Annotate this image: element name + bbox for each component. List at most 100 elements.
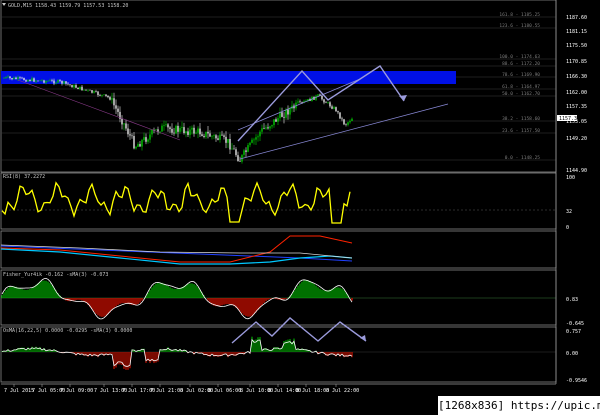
fisher-bar <box>299 283 301 298</box>
fisher-bar <box>293 290 295 298</box>
fisher-bar <box>3 292 5 298</box>
fisher-bar <box>323 290 325 298</box>
fisher-bar <box>229 298 231 305</box>
fisher-bar <box>113 298 115 309</box>
fisher-bar <box>191 283 193 298</box>
fisher-bar <box>111 298 113 311</box>
osma-bar <box>115 352 117 368</box>
fisher-bar <box>49 283 51 298</box>
fisher-bar <box>253 298 255 315</box>
fisher-bar <box>13 286 15 298</box>
fisher-bar <box>351 298 353 301</box>
fisher-bar <box>341 288 343 298</box>
fisher-tick: 0.83 <box>566 297 578 303</box>
fisher-bar <box>1 295 3 298</box>
fisher-bar <box>337 287 339 298</box>
fisher-bar <box>219 298 221 306</box>
price-tick: 1187.60 <box>566 15 587 21</box>
fisher-bar <box>297 285 299 298</box>
osma-bar <box>283 341 285 352</box>
fisher-bar <box>163 283 165 298</box>
fisher-bar <box>223 298 225 305</box>
trading-chart[interactable]: 161.8 - 1185.25 123.6 - 1180.55 100.0 - 11… <box>0 0 600 415</box>
fisher-bar <box>185 284 187 298</box>
rsi-tick: 0 <box>566 225 569 231</box>
fisher-bar <box>217 298 219 307</box>
fisher-bar <box>69 298 71 302</box>
fisher-bar <box>179 288 181 298</box>
fisher-bar <box>265 298 267 302</box>
channel-upper-line[interactable] <box>237 78 361 131</box>
osma-bar <box>153 352 155 364</box>
fisher-bar <box>153 285 155 298</box>
fisher-bar <box>81 298 83 301</box>
rsi-tick: 100 <box>566 175 575 181</box>
price-axis[interactable]: 1187.60 1181.15 1175.50 1170.85 1166.30 … <box>555 0 587 384</box>
fisher-bar <box>119 298 121 304</box>
fisher-bar <box>103 298 105 317</box>
fisher-bar <box>79 298 81 300</box>
fisher-bar <box>307 280 309 298</box>
main-price-panel[interactable]: 161.8 - 1185.25 123.6 - 1180.55 100.0 - 11… <box>0 0 557 173</box>
osma-panel[interactable]: OsMA(16,22,5) 0.0000 -0.0295 -sMA(3) 0.0… <box>0 317 557 383</box>
fisher-bar <box>31 287 33 298</box>
fisher-bar <box>29 288 31 298</box>
fisher-bar <box>317 287 319 298</box>
fisher-bar <box>257 298 259 311</box>
fisher-bar <box>269 298 271 299</box>
fisher-tick: -0.645 <box>566 321 584 327</box>
osma-signal-line <box>1 338 353 367</box>
fisher-bar <box>187 283 189 298</box>
chart-title: GOLD,M15 1158.43 1159.79 1157.53 1158.20 <box>8 3 128 9</box>
panel3-blue-line <box>0 245 353 262</box>
watermark: [1268x836] https://upic.me/ <box>438 396 600 415</box>
price-tick: 1175.50 <box>566 43 587 49</box>
fisher-panel[interactable]: Fisher_Yur4ik -0.162 -sMA(3) -0.073 <box>0 269 557 326</box>
trend-lines-panel[interactable] <box>0 230 557 269</box>
fisher-bar <box>343 290 345 298</box>
fib-level-label: 0.0 - 1148.25 <box>505 155 541 161</box>
fisher-bar <box>227 298 229 305</box>
fisher-bar <box>47 281 49 298</box>
fisher-bar <box>149 289 151 298</box>
osma-bar <box>149 352 151 364</box>
price-tick: 1170.85 <box>566 59 587 65</box>
fisher-bar <box>221 298 223 306</box>
time-tick: 8 Jul 22:00 <box>326 388 359 394</box>
fisher-bar <box>151 287 153 298</box>
price-tick: 1157.35 <box>566 104 587 110</box>
fisher-bar <box>73 298 75 301</box>
osma-tick: -0.9546 <box>566 378 587 384</box>
channel-lower-line[interactable] <box>239 103 449 160</box>
fisher-bar <box>197 287 199 298</box>
fisher-bar <box>335 287 337 298</box>
osma-tick: 0.00 <box>566 351 578 357</box>
fibonacci-levels: 161.8 - 1185.25 123.6 - 1180.55 100.0 - 11… <box>1 12 556 161</box>
price-tick: 1166.30 <box>566 74 587 80</box>
fisher-bar <box>75 298 77 301</box>
fisher-bar <box>41 280 43 298</box>
fisher-bar <box>135 298 137 305</box>
fisher-bar <box>39 281 41 298</box>
price-tick: 1149.20 <box>566 136 587 142</box>
fisher-bar <box>11 286 13 298</box>
fisher-bar <box>193 284 195 298</box>
fisher-bar <box>231 298 233 305</box>
rsi-tick: 32 <box>566 209 572 215</box>
fisher-bar <box>51 285 53 298</box>
price-tick: 1181.15 <box>566 29 587 35</box>
osma-bar <box>257 337 259 352</box>
chart-menu-icon[interactable] <box>2 3 6 6</box>
fisher-bar <box>17 287 19 298</box>
fisher-bar <box>77 298 79 300</box>
time-axis[interactable]: 7 Jul 20157 Jul 05:007 Jul 09:00 7 Jul 13… <box>1 383 556 394</box>
rsi-panel[interactable]: RSI(8) 37.2272 <box>0 172 557 230</box>
osma-bar <box>127 352 129 370</box>
fisher-bar <box>121 298 123 304</box>
fisher-bar <box>169 287 171 298</box>
osma-bar <box>287 339 289 352</box>
fisher-bar <box>237 298 239 310</box>
fib-level-label: 100.0 - 1174.63 <box>499 54 540 60</box>
fisher-bar <box>167 286 169 298</box>
fisher-bar <box>7 288 9 298</box>
